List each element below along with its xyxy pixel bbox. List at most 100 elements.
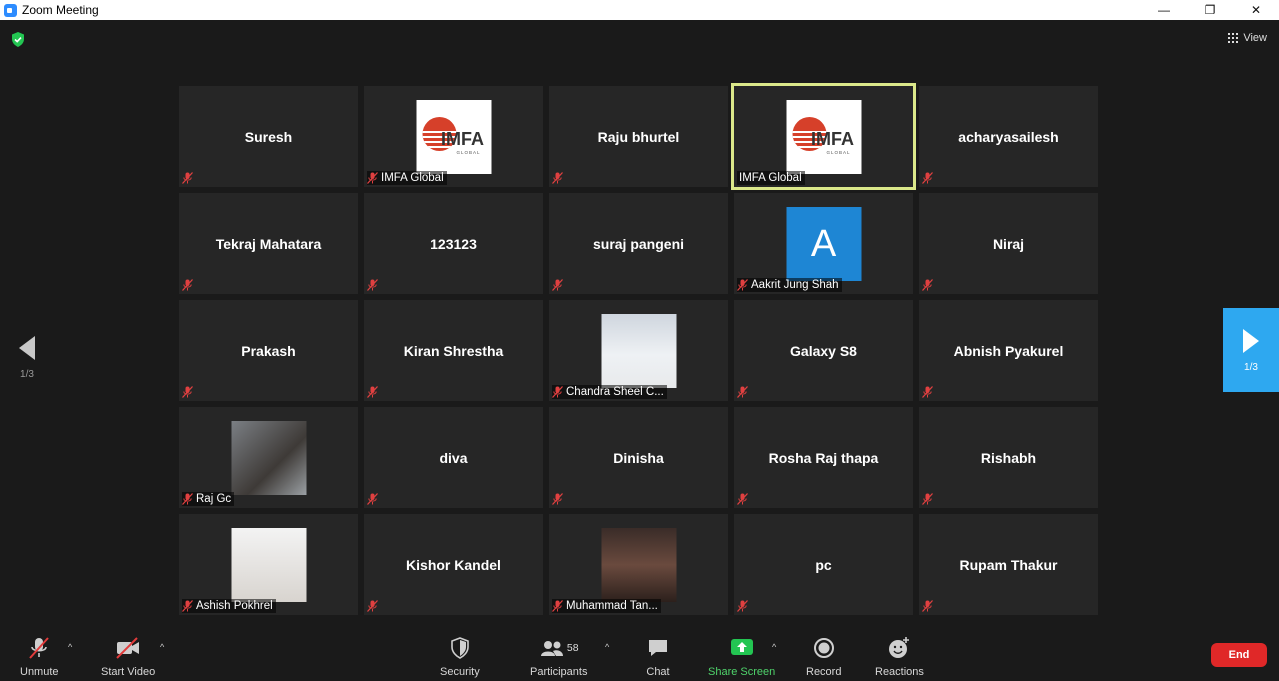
window-controls: — ❐ ✕ [1141,0,1279,20]
participant-tile[interactable]: Ashish Pokhrel [179,514,358,615]
participant-name: Galaxy S8 [790,342,857,359]
muted-mic-icon [182,279,193,291]
participant-tile[interactable]: Rishabh [919,407,1098,508]
grid-view-icon [1228,33,1239,43]
minimize-button[interactable]: — [1141,0,1187,20]
participant-tile[interactable]: Kishor Kandel [364,514,543,615]
participants-button[interactable]: 58 Participants [530,636,587,678]
participant-tile[interactable]: Rupam Thakur [919,514,1098,615]
participant-name: Chandra Sheel C... [566,386,664,398]
participant-tile[interactable]: Niraj [919,193,1098,294]
imfa-logo: IMFA GLOBAL [416,100,491,174]
participant-tile[interactable]: pc [734,514,913,615]
participant-name: Prakash [241,342,296,359]
participant-tile[interactable]: Prakash [179,300,358,401]
participant-tile[interactable]: IMFA GLOBAL IMFA Global [364,86,543,187]
muted-mic-icon [552,279,563,291]
participant-name: Raj Gc [196,493,232,505]
participant-tile[interactable]: suraj pangeni [549,193,728,294]
participant-name: Dinisha [613,449,664,466]
participant-tile[interactable]: Galaxy S8 [734,300,913,401]
view-button[interactable]: View [1228,32,1267,44]
unmute-button[interactable]: Unmute [20,636,59,678]
participant-label: Chandra Sheel C... [552,385,667,399]
video-options-caret-icon[interactable]: ^ [160,642,164,652]
participants-options-caret-icon[interactable]: ^ [605,642,609,652]
unmute-label: Unmute [20,666,59,678]
participant-name: Muhammad Tan... [566,600,658,612]
record-label: Record [806,666,842,678]
muted-mic-icon [552,172,563,184]
reactions-button[interactable]: Reactions [875,636,924,678]
share-options-caret-icon[interactable]: ^ [772,642,776,652]
muted-mic-icon [552,386,563,398]
muted-mic-icon [737,493,748,505]
start-video-label: Start Video [101,666,156,678]
close-button[interactable]: ✕ [1233,0,1279,20]
participant-name: Kiran Shrestha [403,342,504,359]
participants-label: Participants [530,666,588,678]
muted-mic-icon [922,279,933,291]
participant-tile[interactable]: Tekraj Mahatara [179,193,358,294]
participant-name: IMFA Global [739,172,802,184]
participant-tile[interactable]: Dinisha [549,407,728,508]
participant-tile[interactable]: IMFA GLOBAL IMFA Global [731,83,916,190]
security-shield-icon [451,637,469,659]
video-camera-off-icon [116,637,140,659]
chat-label: Chat [646,666,670,678]
avatar: A [786,207,861,281]
participant-tile[interactable]: Kiran Shrestha [364,300,543,401]
participant-grid: Suresh IMFA GLOBAL IMFA Global Raju bhurtel I… [179,83,1098,615]
title-bar: Zoom Meeting — ❐ ✕ [0,0,1279,20]
share-screen-icon [730,639,753,655]
participant-tile[interactable]: Raju bhurtel [549,86,728,187]
muted-mic-icon [367,386,378,398]
participant-tile[interactable]: Rosha Raj thapa [734,407,913,508]
muted-mic-icon [367,172,378,184]
chat-button[interactable]: Chat [646,636,670,678]
participant-label: Aakrit Jung Shah [737,278,842,292]
participant-tile[interactable]: Abnish Pyakurel [919,300,1098,401]
participant-name: acharyasailesh [958,128,1059,145]
reactions-label: Reactions [875,666,924,678]
participant-tile[interactable]: 123123 [364,193,543,294]
participant-name: Raju bhurtel [597,128,680,145]
participant-tile[interactable]: Chandra Sheel C... [549,300,728,401]
participant-photo [231,421,306,495]
record-button[interactable]: Record [806,636,841,678]
audio-options-caret-icon[interactable]: ^ [68,642,72,652]
participant-tile[interactable]: Muhammad Tan... [549,514,728,615]
participant-name: Niraj [992,235,1025,252]
participant-name: Suresh [244,128,293,145]
participant-tile[interactable]: diva [364,407,543,508]
encryption-shield-icon[interactable] [11,32,25,47]
participant-name: 123123 [430,235,477,252]
participant-tile[interactable]: A Aakrit Jung Shah [734,193,913,294]
participant-photo [601,528,676,602]
previous-page-button[interactable]: 1/3 [10,335,44,390]
zoom-app-icon [4,3,17,17]
share-screen-label: Share Screen [708,666,776,678]
muted-mic-icon [922,172,933,184]
share-screen-button[interactable]: Share Screen [708,636,775,678]
muted-mic-icon [737,279,748,291]
restore-button[interactable]: ❐ [1187,0,1233,20]
next-page-button[interactable]: 1/3 [1223,308,1279,392]
security-button[interactable]: Security [440,636,480,678]
muted-mic-icon [922,386,933,398]
participant-label: IMFA Global [367,171,447,185]
participant-tile[interactable]: acharyasailesh [919,86,1098,187]
end-meeting-button[interactable]: End [1211,643,1267,667]
start-video-button[interactable]: Start Video [101,636,155,678]
participant-tile[interactable]: Suresh [179,86,358,187]
muted-mic-icon [367,493,378,505]
participant-name: pc [815,556,832,573]
participant-label: Ashish Pokhrel [182,599,276,613]
participant-name: Rishabh [980,449,1037,466]
participant-tile[interactable]: Raj Gc [179,407,358,508]
record-icon [813,638,834,658]
imfa-logo-text: IMFA [811,129,854,149]
participant-name: Aakrit Jung Shah [751,279,839,291]
security-label: Security [440,666,480,678]
chevron-right-icon [1243,328,1259,353]
